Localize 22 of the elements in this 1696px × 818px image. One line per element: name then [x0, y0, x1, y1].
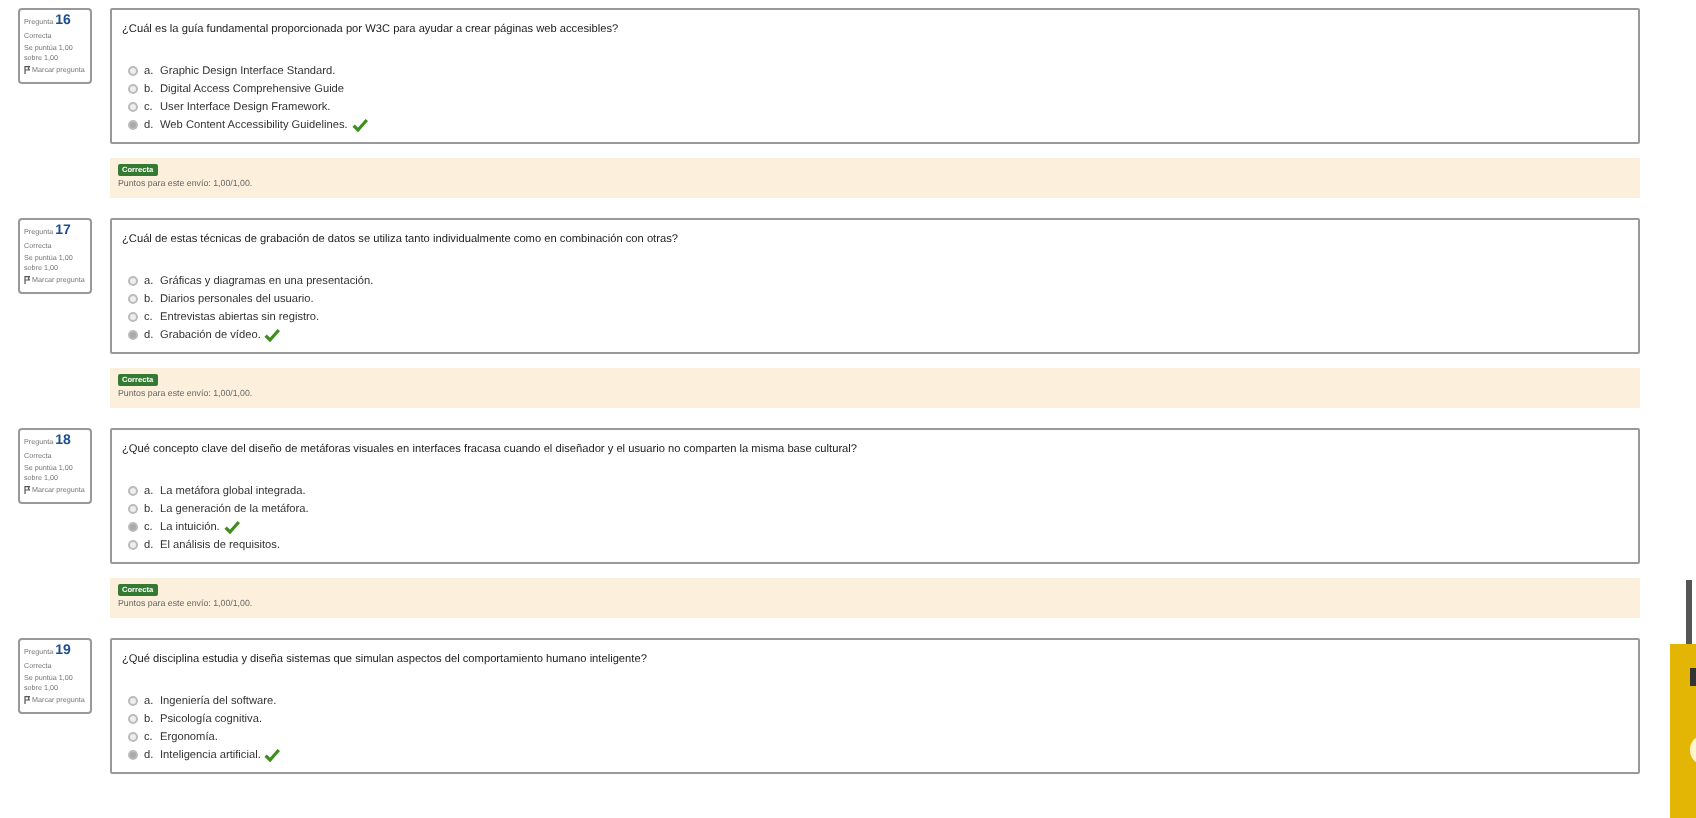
radio-button[interactable] [128, 312, 138, 322]
radio-button[interactable] [128, 84, 138, 94]
radio-button[interactable] [128, 504, 138, 514]
radio-button[interactable] [128, 330, 138, 340]
radio-button[interactable] [128, 276, 138, 286]
flag-icon[interactable] [24, 66, 30, 75]
radio-button[interactable] [128, 522, 138, 532]
radio-button[interactable] [128, 66, 138, 76]
scroll-bar[interactable] [1686, 580, 1692, 644]
flag-icon[interactable] [24, 486, 30, 495]
radio-button[interactable] [128, 732, 138, 742]
radio-button[interactable] [128, 696, 138, 706]
radio-button[interactable] [128, 486, 138, 496]
side-widget[interactable] [1670, 644, 1696, 818]
radio-button[interactable] [128, 120, 138, 130]
flag-icon[interactable] [24, 276, 30, 285]
radio-button[interactable] [128, 714, 138, 724]
radio-button[interactable] [128, 294, 138, 304]
radio-button[interactable] [128, 102, 138, 112]
radio-button[interactable] [128, 540, 138, 550]
radio-button[interactable] [128, 750, 138, 760]
flag-icon[interactable] [24, 696, 30, 705]
